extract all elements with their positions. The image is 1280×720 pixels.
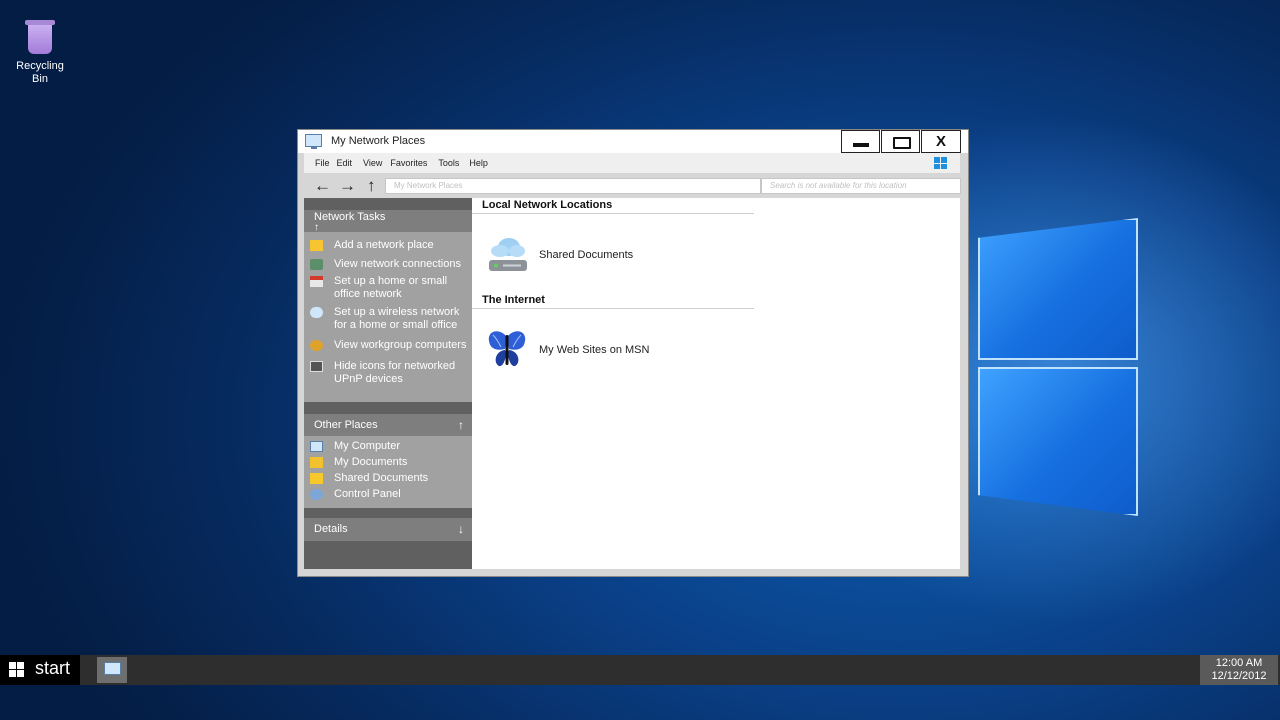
- cloud-drive-icon: [489, 238, 527, 271]
- msn-butterfly-icon: [488, 331, 526, 367]
- windows-logo-pane-bottom: [978, 367, 1138, 516]
- shared-folder-icon: [310, 473, 323, 484]
- start-label: start: [35, 658, 71, 678]
- window-title: My Network Places: [331, 135, 426, 147]
- wireless-icon: [310, 307, 323, 318]
- desktop-icon-recycle-bin[interactable]: Recycling Bin: [10, 18, 70, 86]
- workgroup-icon: [310, 340, 323, 351]
- item-label: Shared Documents: [539, 249, 634, 261]
- group-title-local-network: Local Network Locations: [482, 199, 613, 211]
- network-places-icon: [305, 134, 322, 149]
- recycle-bin-label: Recycling Bin: [16, 60, 64, 85]
- task-sidebar: Network Tasks ↑ Add a network place View…: [304, 198, 472, 569]
- windows-start-icon: [9, 662, 25, 677]
- search-input[interactable]: Search is not available for this locatio…: [761, 178, 961, 194]
- up-button[interactable]: ↑: [367, 175, 376, 197]
- other-places-header[interactable]: Other Places ↑: [304, 414, 472, 436]
- computer-icon: [104, 662, 121, 675]
- taskbar-network-places-button[interactable]: [97, 657, 127, 683]
- folder-star-icon: [310, 240, 323, 251]
- documents-folder-icon: [310, 457, 323, 468]
- group-divider: [472, 308, 754, 309]
- menu-view[interactable]: View: [363, 158, 382, 168]
- control-panel-icon: [310, 489, 323, 500]
- explorer-window: My Network Places X File Edit View Favorite…: [297, 129, 969, 577]
- menu-favorites[interactable]: Favorites: [390, 158, 427, 168]
- menu-bar: File Edit View Favorites Tools Help: [304, 153, 960, 173]
- clock-date: 12/12/2012: [1211, 670, 1267, 682]
- network-connections-icon: [310, 259, 323, 270]
- forward-button[interactable]: →: [339, 175, 356, 197]
- item-label: My Web Sites on MSN: [539, 344, 650, 356]
- minimize-button[interactable]: [841, 130, 880, 153]
- upnp-icon: [310, 361, 323, 372]
- menu-tools[interactable]: Tools: [438, 158, 459, 168]
- group-title-internet: The Internet: [482, 294, 545, 306]
- content-pane: Local Network Locations Shared Documents…: [472, 198, 960, 569]
- taskbar: start 12:00 AM 12/12/2012: [0, 655, 1280, 685]
- group-divider: [472, 213, 754, 214]
- home-network-icon: [310, 276, 323, 287]
- close-button[interactable]: X: [921, 130, 961, 153]
- network-tasks-header[interactable]: Network Tasks ↑: [304, 210, 472, 233]
- navigation-bar: ← → ↑ My Network Places Search is not av…: [304, 175, 961, 197]
- system-clock[interactable]: 12:00 AM 12/12/2012: [1200, 655, 1278, 685]
- other-places-title: Other Places: [314, 419, 378, 431]
- other-places-panel: My Computer My Documents Shared Document…: [304, 436, 472, 508]
- start-button[interactable]: start: [0, 655, 80, 685]
- recycle-bin-icon: [25, 18, 55, 54]
- menu-help[interactable]: Help: [469, 158, 488, 168]
- network-tasks-title: Network Tasks: [314, 211, 386, 223]
- menu-edit[interactable]: Edit: [337, 158, 353, 168]
- other-places-collapse-icon[interactable]: ↑: [458, 418, 464, 432]
- maximize-icon: [893, 137, 911, 149]
- clock-time: 12:00 AM: [1215, 657, 1263, 669]
- computer-icon: [310, 441, 323, 452]
- menu-file[interactable]: File: [315, 158, 330, 168]
- windows-flag-icon: [934, 157, 948, 169]
- network-tasks-panel: Add a network place View network connect…: [304, 232, 472, 402]
- maximize-button[interactable]: [881, 130, 920, 153]
- minimize-icon: [853, 143, 869, 147]
- title-bar[interactable]: My Network Places X: [298, 130, 968, 153]
- back-button[interactable]: ←: [314, 175, 331, 197]
- address-bar[interactable]: My Network Places: [385, 178, 761, 194]
- details-header[interactable]: Details ↓: [304, 518, 472, 541]
- details-expand-icon[interactable]: ↓: [458, 522, 464, 536]
- details-title: Details: [314, 523, 348, 535]
- windows-logo-pane-top: [978, 218, 1138, 360]
